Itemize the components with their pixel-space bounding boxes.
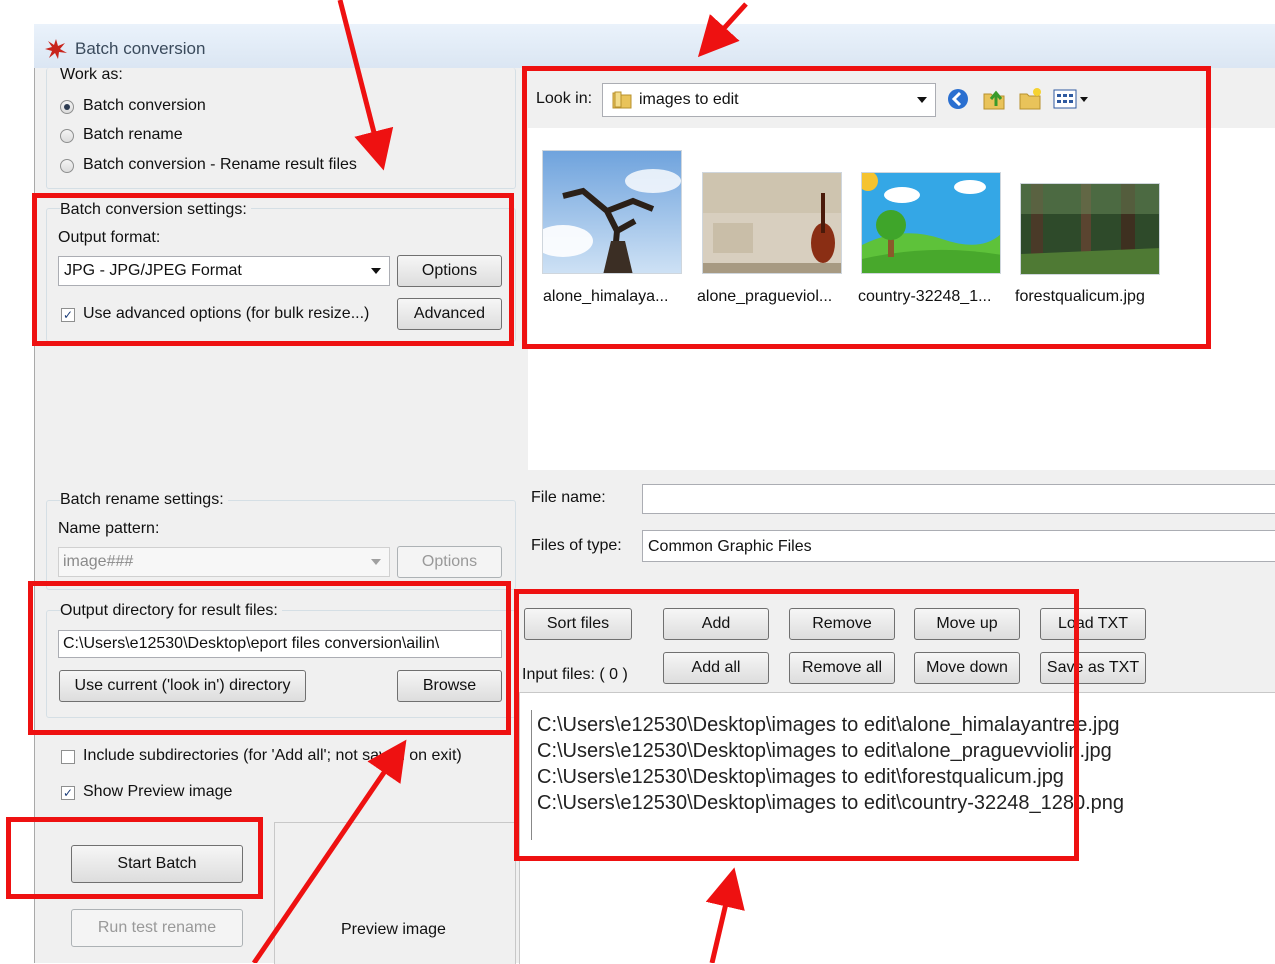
output-directory-input[interactable]: C:\Users\e12530\Desktop\eport files conv… [58, 630, 502, 658]
run-test-rename-button[interactable]: Run test rename [71, 909, 243, 947]
thumbnail-label-country: country-32248_1... [858, 288, 992, 305]
chevron-down-icon [917, 97, 927, 103]
thumbnail-country[interactable] [861, 172, 1001, 274]
name-pattern-value: image### [63, 553, 134, 570]
app-icon [44, 38, 68, 60]
title-bar [34, 24, 1275, 68]
radio-batch-rename[interactable] [60, 129, 74, 143]
input-files-label: Input files: ( 0 ) [522, 666, 628, 683]
list-item[interactable]: C:\Users\e12530\Desktop\images to edit\f… [537, 764, 1064, 790]
include-subdirectories-checkbox[interactable] [61, 750, 75, 764]
include-subdirectories-label[interactable]: Include subdirectories (for 'Add all'; n… [83, 747, 462, 765]
browse-button[interactable]: Browse [397, 670, 502, 702]
radio-batch-conversion-rename[interactable] [60, 159, 74, 173]
output-format-label: Output format: [58, 229, 161, 246]
thumbnail-himalaya-tree[interactable] [542, 150, 682, 274]
advanced-button[interactable]: Advanced [397, 298, 502, 330]
list-item[interactable]: C:\Users\e12530\Desktop\images to edit\a… [537, 738, 1112, 764]
list-caret [531, 710, 532, 840]
show-preview-label[interactable]: Show Preview image [83, 783, 232, 801]
output-format-value: JPG - JPG/JPEG Format [64, 262, 242, 279]
radio-batch-conversion-label[interactable]: Batch conversion [83, 97, 206, 115]
conversion-options-button[interactable]: Options [397, 255, 502, 287]
preview-panel [274, 822, 516, 964]
look-in-value: images to edit [639, 91, 739, 108]
rename-options-button[interactable]: Options [397, 546, 502, 578]
use-current-directory-button[interactable]: Use current ('look in') directory [59, 670, 306, 702]
thumbnail-label-himalaya: alone_himalaya... [543, 288, 669, 305]
up-folder-icon[interactable] [981, 86, 1007, 112]
name-pattern-label: Name pattern: [58, 520, 160, 537]
list-item[interactable]: C:\Users\e12530\Desktop\images to edit\a… [537, 712, 1120, 738]
remove-button[interactable]: Remove [789, 608, 895, 640]
file-name-input[interactable] [642, 484, 1275, 514]
advanced-options-label[interactable]: Use advanced options (for bulk resize...… [83, 305, 369, 323]
sort-files-button[interactable]: Sort files [524, 608, 632, 640]
work-as-label: Work as: [60, 66, 123, 83]
look-in-select[interactable]: images to edit [602, 83, 936, 117]
look-in-label: Look in: [536, 90, 593, 107]
list-item[interactable]: C:\Users\e12530\Desktop\images to edit\c… [537, 790, 1124, 816]
new-folder-icon[interactable] [1017, 86, 1043, 112]
move-up-button[interactable]: Move up [914, 608, 1020, 640]
advanced-options-checkbox[interactable]: ✓ [61, 308, 75, 322]
thumbnail-prague-violin[interactable] [702, 172, 842, 274]
files-of-type-select[interactable]: Common Graphic Files [642, 530, 1275, 562]
window-title: Batch conversion [75, 39, 206, 58]
remove-all-button[interactable]: Remove all [789, 652, 895, 684]
show-preview-checkbox[interactable]: ✓ [61, 786, 75, 800]
rename-settings-label: Batch rename settings: [60, 491, 228, 509]
back-icon[interactable] [946, 87, 970, 111]
conversion-settings-label: Batch conversion settings: [60, 201, 251, 219]
radio-batch-conversion-rename-label[interactable]: Batch conversion - Rename result files [83, 156, 357, 174]
output-format-select[interactable]: JPG - JPG/JPEG Format [58, 256, 390, 286]
add-button[interactable]: Add [663, 608, 769, 640]
load-txt-button[interactable]: Load TXT [1040, 608, 1146, 640]
name-pattern-select[interactable]: image### [58, 547, 390, 577]
thumbnail-label-prague: alone_pragueviol... [697, 288, 833, 305]
chevron-down-icon [371, 559, 381, 565]
thumbnail-forest[interactable] [1020, 183, 1160, 275]
radio-batch-rename-label[interactable]: Batch rename [83, 126, 183, 144]
output-directory-label: Output directory for result files: [60, 602, 282, 620]
output-directory-value: C:\Users\e12530\Desktop\eport files conv… [63, 635, 440, 652]
save-as-txt-button[interactable]: Save as TXT [1040, 652, 1146, 684]
start-batch-button[interactable]: Start Batch [71, 845, 243, 883]
files-of-type-label: Files of type: [531, 537, 622, 554]
add-all-button[interactable]: Add all [663, 652, 769, 684]
move-down-button[interactable]: Move down [914, 652, 1020, 684]
preview-label: Preview image [341, 921, 446, 938]
chevron-down-icon [371, 268, 381, 274]
view-menu-icon[interactable] [1053, 88, 1091, 110]
folder-icon [611, 90, 633, 110]
radio-batch-conversion[interactable] [60, 100, 74, 114]
file-name-label: File name: [531, 489, 606, 506]
files-of-type-value: Common Graphic Files [648, 538, 812, 555]
thumbnail-label-forest: forestqualicum.jpg [1015, 288, 1145, 305]
